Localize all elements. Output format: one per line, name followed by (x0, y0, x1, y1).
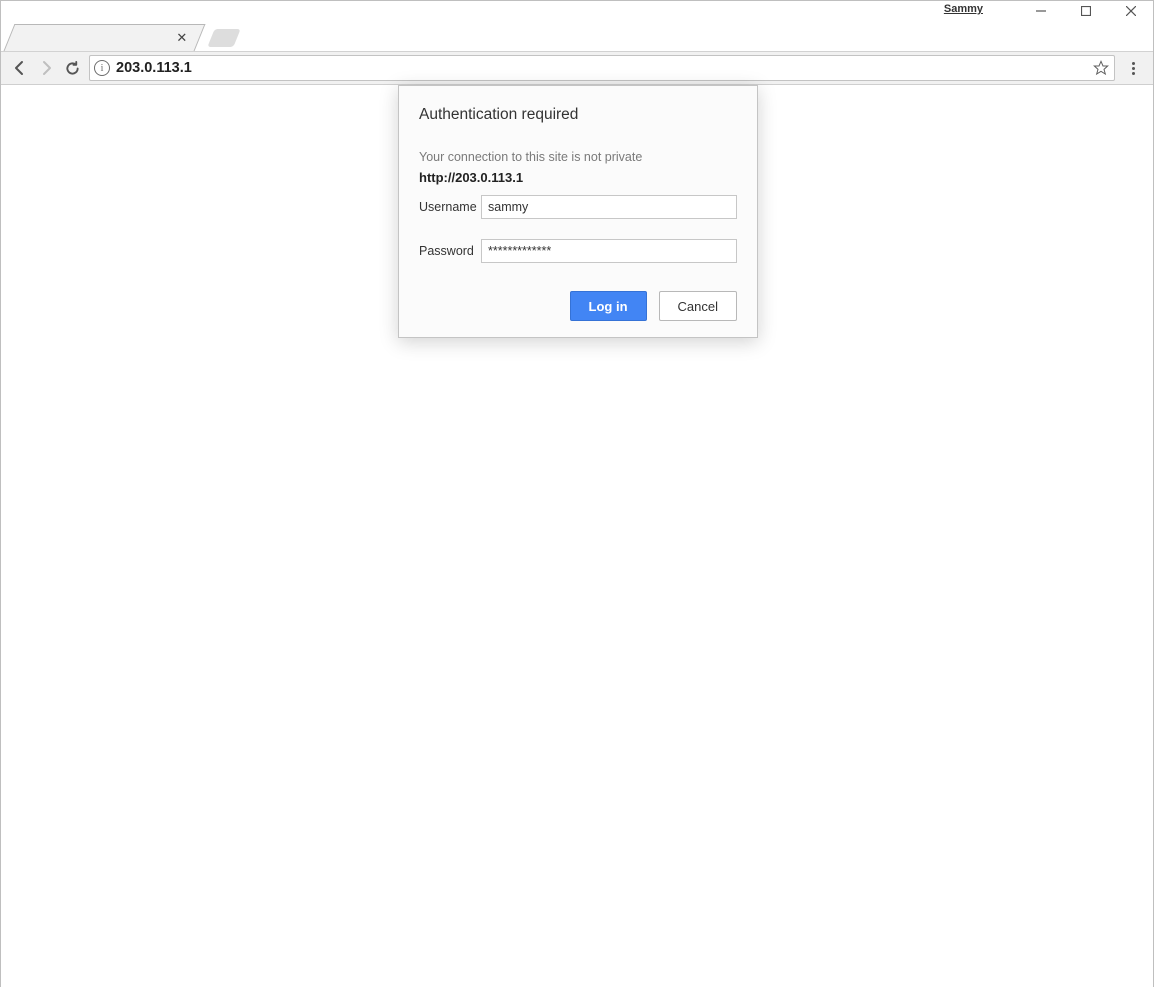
password-label: Password (419, 244, 481, 258)
browser-tab-strip: ✕ (1, 21, 1153, 51)
window-user-label[interactable]: Sammy (944, 3, 983, 15)
window-maximize-button[interactable] (1063, 1, 1108, 21)
username-input[interactable] (481, 195, 737, 219)
site-info-icon[interactable]: i (94, 60, 110, 76)
forward-button[interactable] (33, 55, 59, 81)
auth-dialog: Authentication required Your connection … (398, 85, 758, 338)
new-tab-button[interactable] (207, 29, 240, 47)
window-minimize-button[interactable] (1018, 1, 1063, 21)
browser-tab[interactable]: ✕ (4, 24, 206, 51)
page-content: Authentication required Your connection … (1, 85, 1153, 988)
back-button[interactable] (7, 55, 33, 81)
reload-button[interactable] (59, 55, 85, 81)
window-close-button[interactable] (1108, 1, 1153, 21)
auth-dialog-warning: Your connection to this site is not priv… (419, 150, 737, 164)
chrome-menu-button[interactable] (1119, 55, 1147, 81)
username-label: Username (419, 200, 481, 214)
address-url[interactable]: 203.0.113.1 (116, 60, 1092, 76)
tab-close-icon[interactable]: ✕ (175, 31, 189, 45)
address-bar[interactable]: i 203.0.113.1 (89, 55, 1115, 81)
cancel-button[interactable]: Cancel (659, 291, 737, 321)
login-button[interactable]: Log in (570, 291, 647, 321)
password-input[interactable] (481, 239, 737, 263)
window-titlebar: Sammy (1, 1, 1153, 21)
bookmark-star-icon[interactable] (1092, 59, 1110, 77)
browser-toolbar: i 203.0.113.1 (1, 51, 1153, 85)
auth-dialog-title: Authentication required (419, 106, 737, 124)
auth-dialog-site: http://203.0.113.1 (419, 170, 737, 185)
